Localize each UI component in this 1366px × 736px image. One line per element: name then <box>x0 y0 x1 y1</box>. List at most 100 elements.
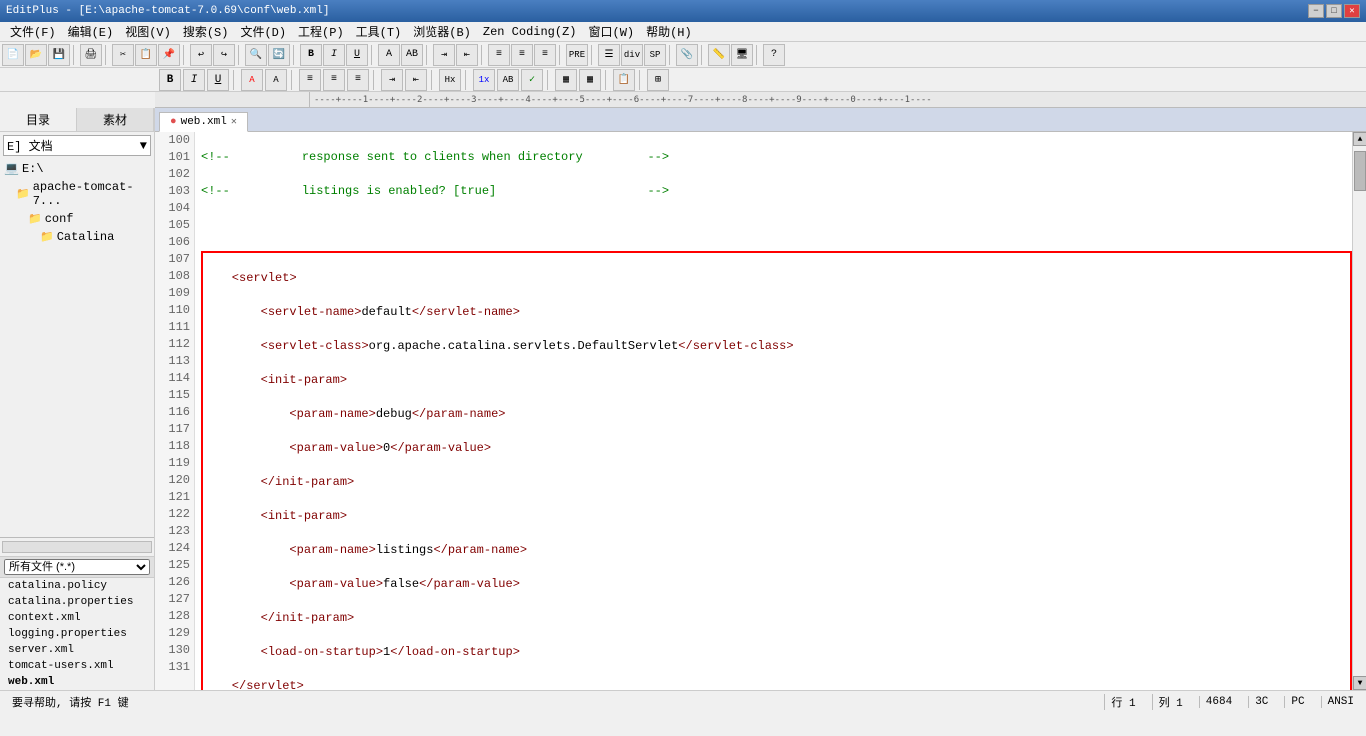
tree-item-drive[interactable]: 💻 E:\ <box>0 159 154 178</box>
format-code2[interactable]: AB <box>497 69 519 91</box>
menu-window[interactable]: 窗口(W) <box>583 21 641 42</box>
app-title: EditPlus - [E:\apache-tomcat-7.0.69\conf… <box>6 5 329 17</box>
italic-button[interactable]: I <box>323 44 345 66</box>
format-grid1[interactable]: ▦ <box>555 69 577 91</box>
menu-help[interactable]: 帮助(H) <box>640 21 698 42</box>
menu-project[interactable]: 工程(P) <box>292 21 350 42</box>
format-sep7 <box>605 70 609 90</box>
font-button[interactable]: A <box>378 44 400 66</box>
tab-directory[interactable]: 目录 <box>0 108 77 131</box>
align-left-button[interactable]: ≡ <box>488 44 510 66</box>
dropdown-arrow-icon[interactable]: ▼ <box>140 139 147 153</box>
menu-file2[interactable]: 文件(D) <box>234 21 292 42</box>
clip-button[interactable]: 📎 <box>676 44 698 66</box>
format-indent3[interactable]: ≡ <box>347 69 369 91</box>
vertical-scrollbar[interactable]: ▲ ▼ <box>1352 132 1366 690</box>
indent-button[interactable]: ⇥ <box>433 44 455 66</box>
format-table[interactable]: ⊞ <box>647 69 669 91</box>
find-button[interactable]: 🔍 <box>245 44 267 66</box>
format-indent2[interactable]: ≡ <box>323 69 345 91</box>
ruler-button[interactable]: 📏 <box>708 44 730 66</box>
list-button[interactable]: ☰ <box>598 44 620 66</box>
scrollbar-h[interactable] <box>0 537 154 556</box>
format-check[interactable]: ✓ <box>521 69 543 91</box>
monitor-button[interactable]: 🖥 <box>731 44 753 66</box>
close-button[interactable]: ✕ <box>1344 4 1360 18</box>
underline-button[interactable]: U <box>346 44 368 66</box>
code-editor[interactable]: <!-- response sent to clients when direc… <box>195 132 1352 690</box>
code-container[interactable]: 100 101 102 103 104 105 106 107 108 109 … <box>155 132 1366 690</box>
format-color2[interactable]: A <box>265 69 287 91</box>
menu-file[interactable]: 文件(F) <box>4 21 62 42</box>
menu-zen[interactable]: Zen Coding(Z) <box>477 23 583 41</box>
file-catalina-policy[interactable]: catalina.policy <box>0 578 154 594</box>
format-color1[interactable]: A <box>241 69 263 91</box>
tree-item-conf[interactable]: 📁 conf <box>0 210 154 228</box>
ruler: ----+----1----+----2----+----3----+----4… <box>155 92 1366 108</box>
format-indent1[interactable]: ≡ <box>299 69 321 91</box>
open-button[interactable]: 📂 <box>25 44 47 66</box>
tab-bar: ● web.xml ✕ <box>155 108 1366 132</box>
toolbar-sep10 <box>591 45 595 65</box>
main-layout: 目录 素材 E] 文档 ▼ 💻 E:\ 📁 apache-tomcat-7...… <box>0 108 1366 690</box>
sp-button[interactable]: SP <box>644 44 666 66</box>
format-sep2 <box>291 70 295 90</box>
div-button[interactable]: div <box>621 44 643 66</box>
minimize-button[interactable]: − <box>1308 4 1324 18</box>
cut-button[interactable]: ✂ <box>112 44 134 66</box>
save-button[interactable]: 💾 <box>48 44 70 66</box>
tab-material[interactable]: 素材 <box>77 108 154 131</box>
encoding3: ANSI <box>1321 696 1360 708</box>
menu-search[interactable]: 搜索(S) <box>177 21 235 42</box>
redo-button[interactable]: ↪ <box>213 44 235 66</box>
file-context-xml[interactable]: context.xml <box>0 610 154 626</box>
file-filter-select[interactable]: 所有文件 (*.*) <box>4 559 150 575</box>
scroll-down-button[interactable]: ▼ <box>1353 676 1366 690</box>
copy-button[interactable]: 📋 <box>135 44 157 66</box>
scroll-thumb[interactable] <box>1354 151 1366 191</box>
align-right-button[interactable]: ≡ <box>534 44 556 66</box>
print-button[interactable]: 🖨 <box>80 44 102 66</box>
menu-edit[interactable]: 编辑(E) <box>62 21 120 42</box>
toolbar-sep8 <box>481 45 485 65</box>
color-button[interactable]: AB <box>401 44 423 66</box>
format-mark[interactable]: Hx <box>439 69 461 91</box>
help-text: 要寻帮助, 请按 F1 键 <box>6 694 135 710</box>
file-label-bar: E] 文档 ▼ <box>3 135 151 156</box>
maximize-button[interactable]: □ <box>1326 4 1342 18</box>
file-web-xml[interactable]: web.xml <box>0 674 154 690</box>
format-indent4[interactable]: ⇥ <box>381 69 403 91</box>
left-panel: 目录 素材 E] 文档 ▼ 💻 E:\ 📁 apache-tomcat-7...… <box>0 108 155 690</box>
outdent-button[interactable]: ⇤ <box>456 44 478 66</box>
menu-tools[interactable]: 工具(T) <box>350 21 408 42</box>
bold-button[interactable]: B <box>300 44 322 66</box>
file-catalina-properties[interactable]: catalina.properties <box>0 594 154 610</box>
format-code1[interactable]: 1x <box>473 69 495 91</box>
format-btn1[interactable]: B <box>159 69 181 91</box>
menu-view[interactable]: 视图(V) <box>119 21 177 42</box>
format-indent5[interactable]: ⇤ <box>405 69 427 91</box>
format-btn3[interactable]: U <box>207 69 229 91</box>
help-button[interactable]: ? <box>763 44 785 66</box>
format-clip2[interactable]: 📋 <box>613 69 635 91</box>
undo-button[interactable]: ↩ <box>190 44 212 66</box>
align-center-button[interactable]: ≡ <box>511 44 533 66</box>
format-sep4 <box>431 70 435 90</box>
format-btn2[interactable]: I <box>183 69 205 91</box>
format-grid2[interactable]: ▦ <box>579 69 601 91</box>
paste-button[interactable]: 📌 <box>158 44 180 66</box>
replace-button[interactable]: 🔄 <box>268 44 290 66</box>
file-tomcat-users-xml[interactable]: tomcat-users.xml <box>0 658 154 674</box>
file-server-xml[interactable]: server.xml <box>0 642 154 658</box>
editor-tab-webxml[interactable]: ● web.xml ✕ <box>159 112 248 132</box>
pre-button[interactable]: PRE <box>566 44 588 66</box>
scroll-up-button[interactable]: ▲ <box>1353 132 1366 146</box>
menu-browser[interactable]: 浏览器(B) <box>407 21 477 42</box>
format-sep1 <box>233 70 237 90</box>
tree-item-catalina[interactable]: 📁 Catalina <box>0 228 154 246</box>
tree-item-tomcat[interactable]: 📁 apache-tomcat-7... <box>0 178 154 210</box>
tab-close-icon[interactable]: ✕ <box>231 116 237 128</box>
file-logging-properties[interactable]: logging.properties <box>0 626 154 642</box>
new-button[interactable]: 📄 <box>2 44 24 66</box>
drive-icon: 💻 <box>4 161 19 176</box>
